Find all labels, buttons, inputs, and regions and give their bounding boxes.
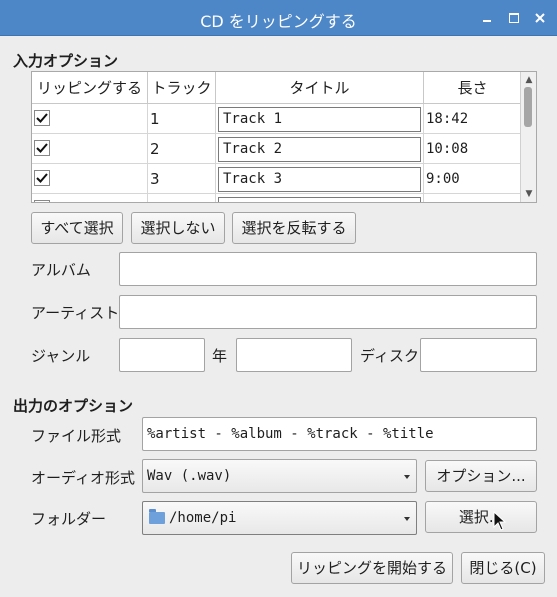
window-title: CD をリッピングする [200,12,357,31]
audio-format-select[interactable]: Wav (.wav) [142,459,417,493]
track-title-input[interactable] [218,197,421,202]
checkbox-icon[interactable] [34,200,50,203]
track-length: 10:08 [426,141,469,157]
folder-label: フォルダー [31,510,107,528]
start-ripping-button[interactable]: リッピングを開始する [291,552,453,584]
title-bar: CD をリッピングする [0,0,557,36]
track-number: 2 [148,134,216,164]
table-row: 3 Track 3 9:00 [32,164,521,194]
folder-icon [149,509,165,524]
track-length: 18:42 [426,111,469,127]
track-title-input[interactable]: Track 2 [218,137,421,162]
chevron-down-icon [404,475,410,479]
artist-field[interactable] [119,295,537,329]
track-table[interactable]: リッピングする トラック タイトル 長さ 1 Track 1 18:42 2 T… [31,71,537,203]
select-none-button[interactable]: 選択しない [131,212,225,244]
table-row: 2 Track 2 10:08 [32,134,521,164]
select-all-button[interactable]: すべて選択 [31,212,123,244]
scroll-down-icon[interactable]: ▼ [524,189,534,199]
browse-folder-button[interactable]: 選択... [425,501,537,533]
file-format-field[interactable]: %artist - %album - %track - %title [142,417,537,451]
year-field[interactable] [236,338,352,372]
file-format-label: ファイル形式 [31,427,122,445]
table-row: 1 Track 1 18:42 [32,104,521,134]
checkmark-icon[interactable] [34,140,50,156]
column-header-track[interactable]: トラック [148,72,216,104]
invert-selection-button[interactable]: 選択を反転する [232,212,356,244]
output-options-heading: 出力のオプション [13,397,134,415]
options-button[interactable]: オプション... [425,460,537,492]
close-icon[interactable] [530,8,550,28]
track-number: 3 [148,164,216,194]
column-header-rip[interactable]: リッピングする [32,72,148,104]
minimize-icon[interactable] [477,8,497,28]
column-header-length[interactable]: 長さ [424,72,521,104]
table-header: リッピングする トラック タイトル 長さ [32,72,521,104]
album-label: アルバム [31,261,91,279]
close-button[interactable]: 閉じる(C) [461,552,545,584]
audio-format-label: オーディオ形式 [31,469,135,487]
mouse-pointer-icon [493,511,507,531]
chevron-down-icon [404,517,410,521]
artist-label: アーティスト [31,304,120,322]
genre-field[interactable] [119,338,205,372]
year-label: 年 [212,347,228,365]
genre-label: ジャンル [31,347,91,365]
table-row-partial [32,194,521,203]
checkmark-icon[interactable] [34,110,50,126]
track-title-input[interactable]: Track 3 [218,167,421,192]
folder-select[interactable]: /home/pi [142,501,417,535]
folder-value: /home/pi [169,510,237,526]
track-number: 1 [148,104,216,134]
disc-field[interactable] [420,338,537,372]
scroll-up-icon[interactable]: ▲ [524,75,534,85]
scrollbar-thumb[interactable] [524,87,532,127]
input-options-heading: 入力オプション [13,52,119,70]
audio-format-value: Wav (.wav) [147,468,232,484]
album-field[interactable] [119,252,537,286]
table-scrollbar[interactable]: ▲ ▼ [520,72,536,202]
checkmark-icon[interactable] [34,170,50,186]
maximize-icon[interactable] [504,8,524,28]
track-length: 9:00 [426,171,460,187]
disc-label: ディスク [360,347,419,365]
column-header-title[interactable]: タイトル [216,72,424,104]
track-title-input[interactable]: Track 1 [218,107,421,132]
